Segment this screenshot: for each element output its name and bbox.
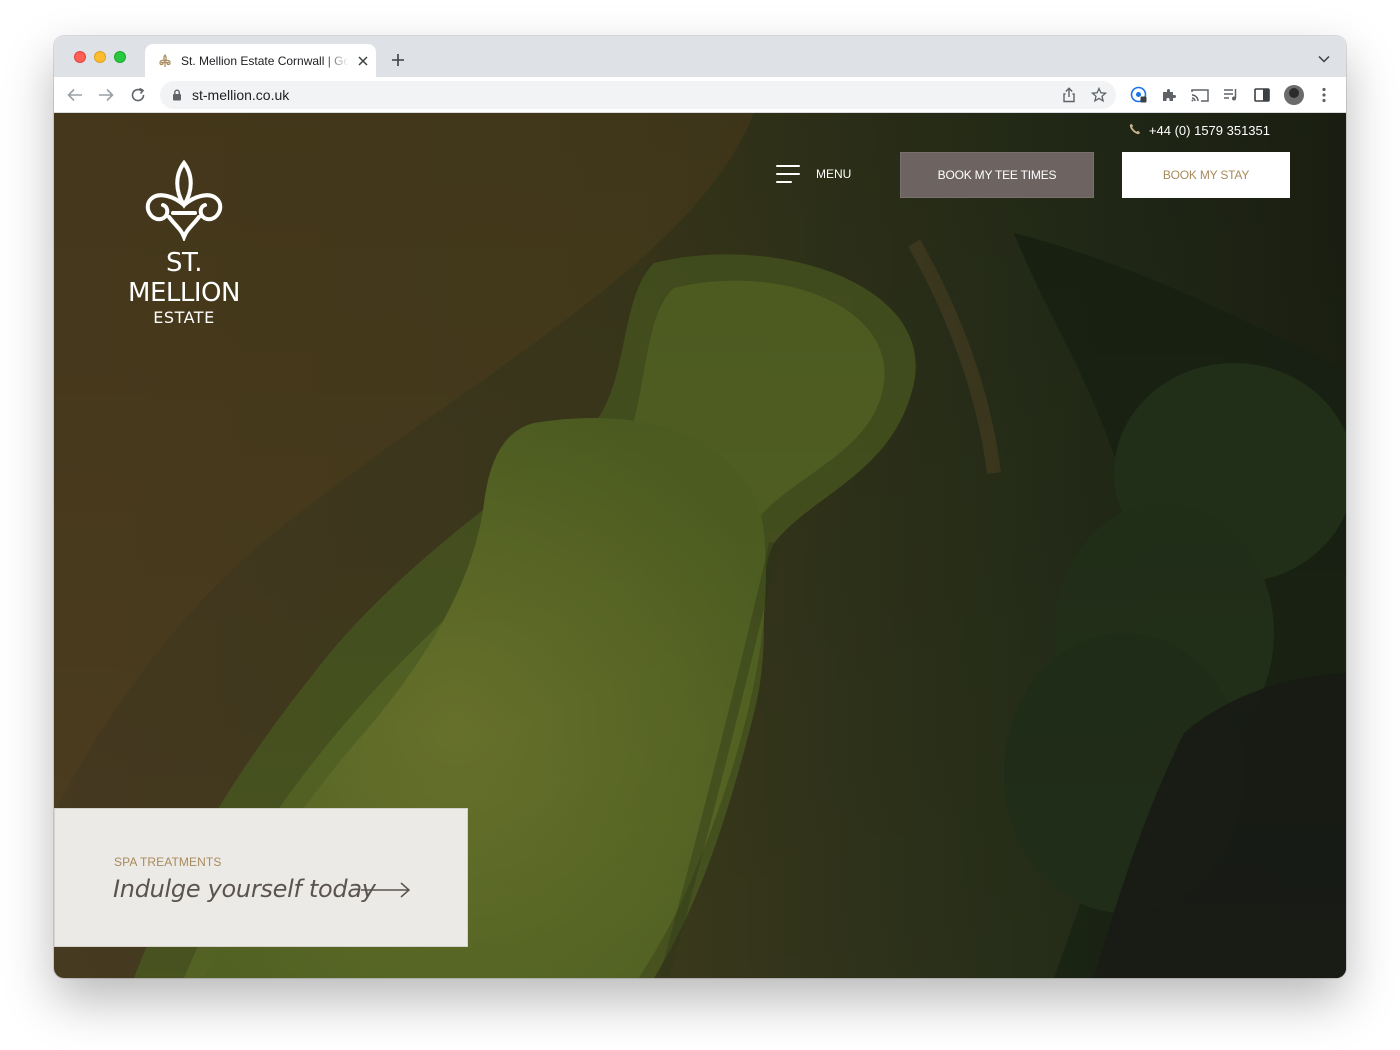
- new-tab-plus-icon[interactable]: [388, 50, 408, 70]
- bookmark-star-icon[interactable]: [1089, 85, 1109, 105]
- web-page: +44 (0) 1579 351351 ST. MELLION ESTATE M…: [54, 113, 1346, 978]
- extensions-puzzle-icon[interactable]: [1158, 84, 1180, 106]
- book-stay-button[interactable]: BOOK MY STAY: [1122, 152, 1290, 198]
- tab-strip: St. Mellion Estate Cornwall | Golf, Spa …: [54, 36, 1346, 77]
- media-controls-icon[interactable]: [1220, 84, 1242, 106]
- favicon-fleur-de-lis-icon: [157, 53, 173, 69]
- tab-title: St. Mellion Estate Cornwall | Golf, Spa …: [181, 53, 349, 68]
- browser-tab-active[interactable]: St. Mellion Estate Cornwall | Golf, Spa …: [145, 44, 376, 77]
- spa-promo-card[interactable]: SPA TREATMENTS Indulge yourself today: [54, 808, 468, 947]
- close-tab-icon[interactable]: [355, 53, 371, 69]
- close-window-button[interactable]: [74, 51, 86, 63]
- fleur-de-lis-icon: [145, 159, 223, 243]
- menu-label: MENU: [816, 167, 852, 181]
- browser-window: St. Mellion Estate Cornwall | Golf, Spa …: [54, 36, 1346, 978]
- menu-toggle[interactable]: MENU: [776, 165, 851, 183]
- minimize-window-button[interactable]: [94, 51, 106, 63]
- phone-number: +44 (0) 1579 351351: [1148, 123, 1270, 138]
- browser-toolbar: st-mellion.co.uk: [54, 77, 1346, 113]
- phone-contact[interactable]: +44 (0) 1579 351351: [1129, 123, 1270, 138]
- hamburger-icon: [776, 165, 800, 183]
- arrow-right-icon[interactable]: [361, 881, 411, 899]
- tab-search-chevron-icon[interactable]: [1316, 51, 1332, 67]
- address-bar[interactable]: st-mellion.co.uk: [160, 81, 1116, 109]
- share-icon[interactable]: [1059, 85, 1079, 105]
- profile-avatar[interactable]: [1284, 85, 1304, 105]
- side-panel-icon[interactable]: [1251, 84, 1273, 106]
- book-tee-times-button[interactable]: BOOK MY TEE TIMES: [900, 152, 1094, 198]
- password-manager-extension-icon[interactable]: [1128, 84, 1150, 106]
- promo-kicker: SPA TREATMENTS: [114, 855, 222, 869]
- phone-icon: [1129, 123, 1141, 138]
- forward-arrow-icon[interactable]: [95, 84, 117, 106]
- url-text: st-mellion.co.uk: [192, 87, 290, 103]
- site-logo[interactable]: ST. MELLION ESTATE: [110, 159, 258, 328]
- logo-subtitle: ESTATE: [153, 308, 215, 327]
- cast-icon[interactable]: [1189, 84, 1211, 106]
- reload-icon[interactable]: [127, 84, 149, 106]
- more-options-kebab-icon[interactable]: [1313, 84, 1335, 106]
- maximize-window-button[interactable]: [114, 51, 126, 63]
- logo-wordmark: ST. MELLION: [128, 248, 240, 308]
- promo-headline[interactable]: Indulge yourself today: [113, 875, 376, 903]
- lock-icon[interactable]: [170, 88, 184, 102]
- back-arrow-icon[interactable]: [64, 84, 86, 106]
